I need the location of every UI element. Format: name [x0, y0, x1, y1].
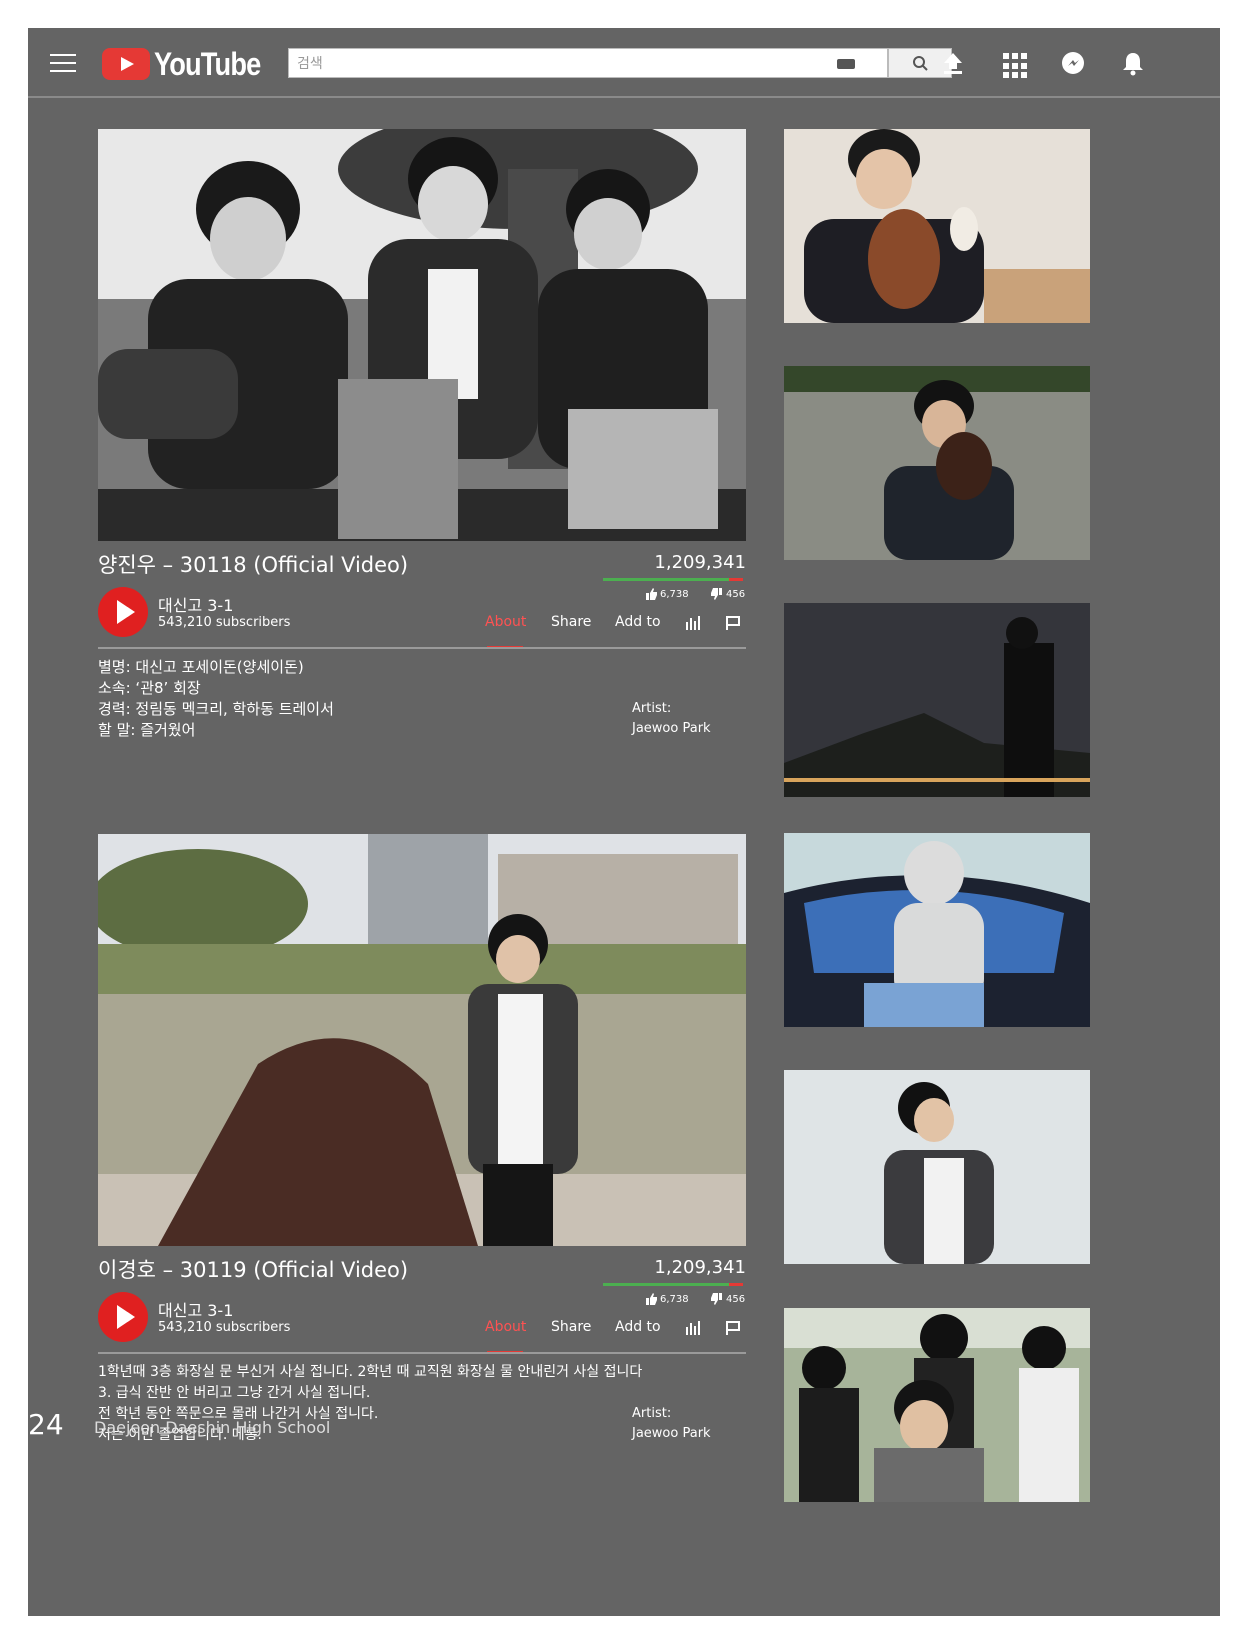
description-line: 별명: 대신고 포세이돈(양세이돈) [98, 658, 304, 676]
tab-add-to[interactable]: Add to [615, 614, 661, 630]
logo-text: YouTube [154, 45, 261, 82]
related-video-thumbnail[interactable] [784, 603, 1090, 797]
thumbs-up-icon[interactable] [646, 1293, 658, 1305]
flag-icon[interactable] [726, 616, 740, 630]
header-divider [28, 96, 1220, 98]
youtube-logo[interactable]: YouTube [102, 46, 279, 82]
tab-add-to[interactable]: Add to [615, 1319, 661, 1335]
artist-label: Artist: [632, 701, 672, 716]
dislike-count: 456 [726, 1294, 746, 1305]
like-count: 6,738 [660, 1294, 689, 1305]
tab-share[interactable]: Share [551, 614, 591, 630]
like-count: 6,738 [660, 589, 689, 600]
description-line: 3. 급식 잔반 안 버리고 그냥 간거 사실 접니다. [98, 1385, 371, 1401]
related-video-thumbnail[interactable] [784, 833, 1090, 1027]
view-count: 1,209,341 [654, 552, 746, 573]
dislike-count: 456 [726, 589, 746, 600]
search-input[interactable] [295, 53, 819, 75]
tab-about[interactable]: About [485, 1319, 526, 1335]
video-title[interactable]: 양진우 – 30118 (Official Video) [98, 549, 408, 579]
youtube-play-logo-icon [102, 48, 150, 80]
description-line: 경력: 정림동 멕크리, 학하동 트레이서 [98, 700, 334, 718]
like-ratio-bar [603, 578, 743, 581]
view-count: 1,209,341 [654, 1257, 746, 1278]
related-video-thumbnail[interactable] [784, 129, 1090, 323]
tab-share[interactable]: Share [551, 1319, 591, 1335]
thumbs-down-icon[interactable] [710, 1293, 722, 1305]
section-divider [98, 1352, 746, 1354]
subscriber-count: 543,210 subscribers [158, 1320, 291, 1335]
video-card: 양진우 – 30118 (Official Video) 1,209,341 6… [98, 129, 746, 749]
search-box [288, 48, 888, 78]
flag-icon[interactable] [726, 1321, 740, 1335]
description-line: 소속: ‘관8’ 회장 [98, 679, 201, 697]
menu-icon[interactable] [50, 54, 76, 72]
artist-name: Jaewoo Park [632, 721, 711, 736]
channel-avatar-play-icon[interactable] [98, 587, 148, 637]
channel-name[interactable]: 대신고 3-1 [158, 1297, 233, 1321]
stats-bar-icon[interactable] [686, 616, 700, 630]
description-line: 할 말: 즐거웠어 [98, 721, 196, 739]
channel-name[interactable]: 대신고 3-1 [158, 592, 233, 616]
stats-bar-icon[interactable] [686, 1321, 700, 1335]
thumbs-up-icon[interactable] [646, 588, 658, 600]
artist-credit: Artist: Jaewoo Park [632, 699, 711, 739]
tab-about[interactable]: About [485, 614, 526, 630]
notifications-bell-icon[interactable] [1120, 50, 1146, 76]
related-video-thumbnail[interactable] [784, 1070, 1090, 1264]
description-line: 1학년때 3층 화장실 문 부신거 사실 접니다. 2학년 때 교직원 화장실 … [98, 1364, 643, 1380]
keyboard-icon[interactable] [837, 59, 855, 69]
thumbs-down-icon[interactable] [710, 588, 722, 600]
video-description: 별명: 대신고 포세이돈(양세이돈) 소속: ‘관8’ 회장 경력: 정림동 멕… [98, 657, 334, 741]
video-thumbnail-student-with-statue[interactable] [98, 834, 746, 1246]
school-name: Daejeon Daeshin High School [94, 1418, 331, 1437]
page-number: 24 [28, 1408, 64, 1441]
artist-credit: Artist: Jaewoo Park [632, 1404, 711, 1444]
video-card: 이경호 – 30119 (Official Video) 1,209,341 6… [98, 834, 746, 1454]
video-thumbnail-bw-three-students[interactable] [98, 129, 746, 541]
channel-avatar-play-icon[interactable] [98, 1292, 148, 1342]
related-video-thumbnail[interactable] [784, 1308, 1090, 1502]
like-ratio-bar [603, 1283, 743, 1286]
upload-icon[interactable] [940, 50, 966, 76]
artist-label: Artist: [632, 1406, 672, 1421]
video-title[interactable]: 이경호 – 30119 (Official Video) [98, 1254, 408, 1284]
subscriber-count: 543,210 subscribers [158, 615, 291, 630]
artist-name: Jaewoo Park [632, 1426, 711, 1441]
section-divider [98, 647, 746, 649]
messages-icon[interactable] [1060, 50, 1086, 76]
youtube-topbar: YouTube [28, 28, 1220, 96]
related-video-thumbnail[interactable] [784, 366, 1090, 560]
apps-grid-icon[interactable] [1003, 53, 1029, 79]
magazine-page: YouTube 검색 양진우 – 30118 (Official Video) … [28, 28, 1220, 1616]
